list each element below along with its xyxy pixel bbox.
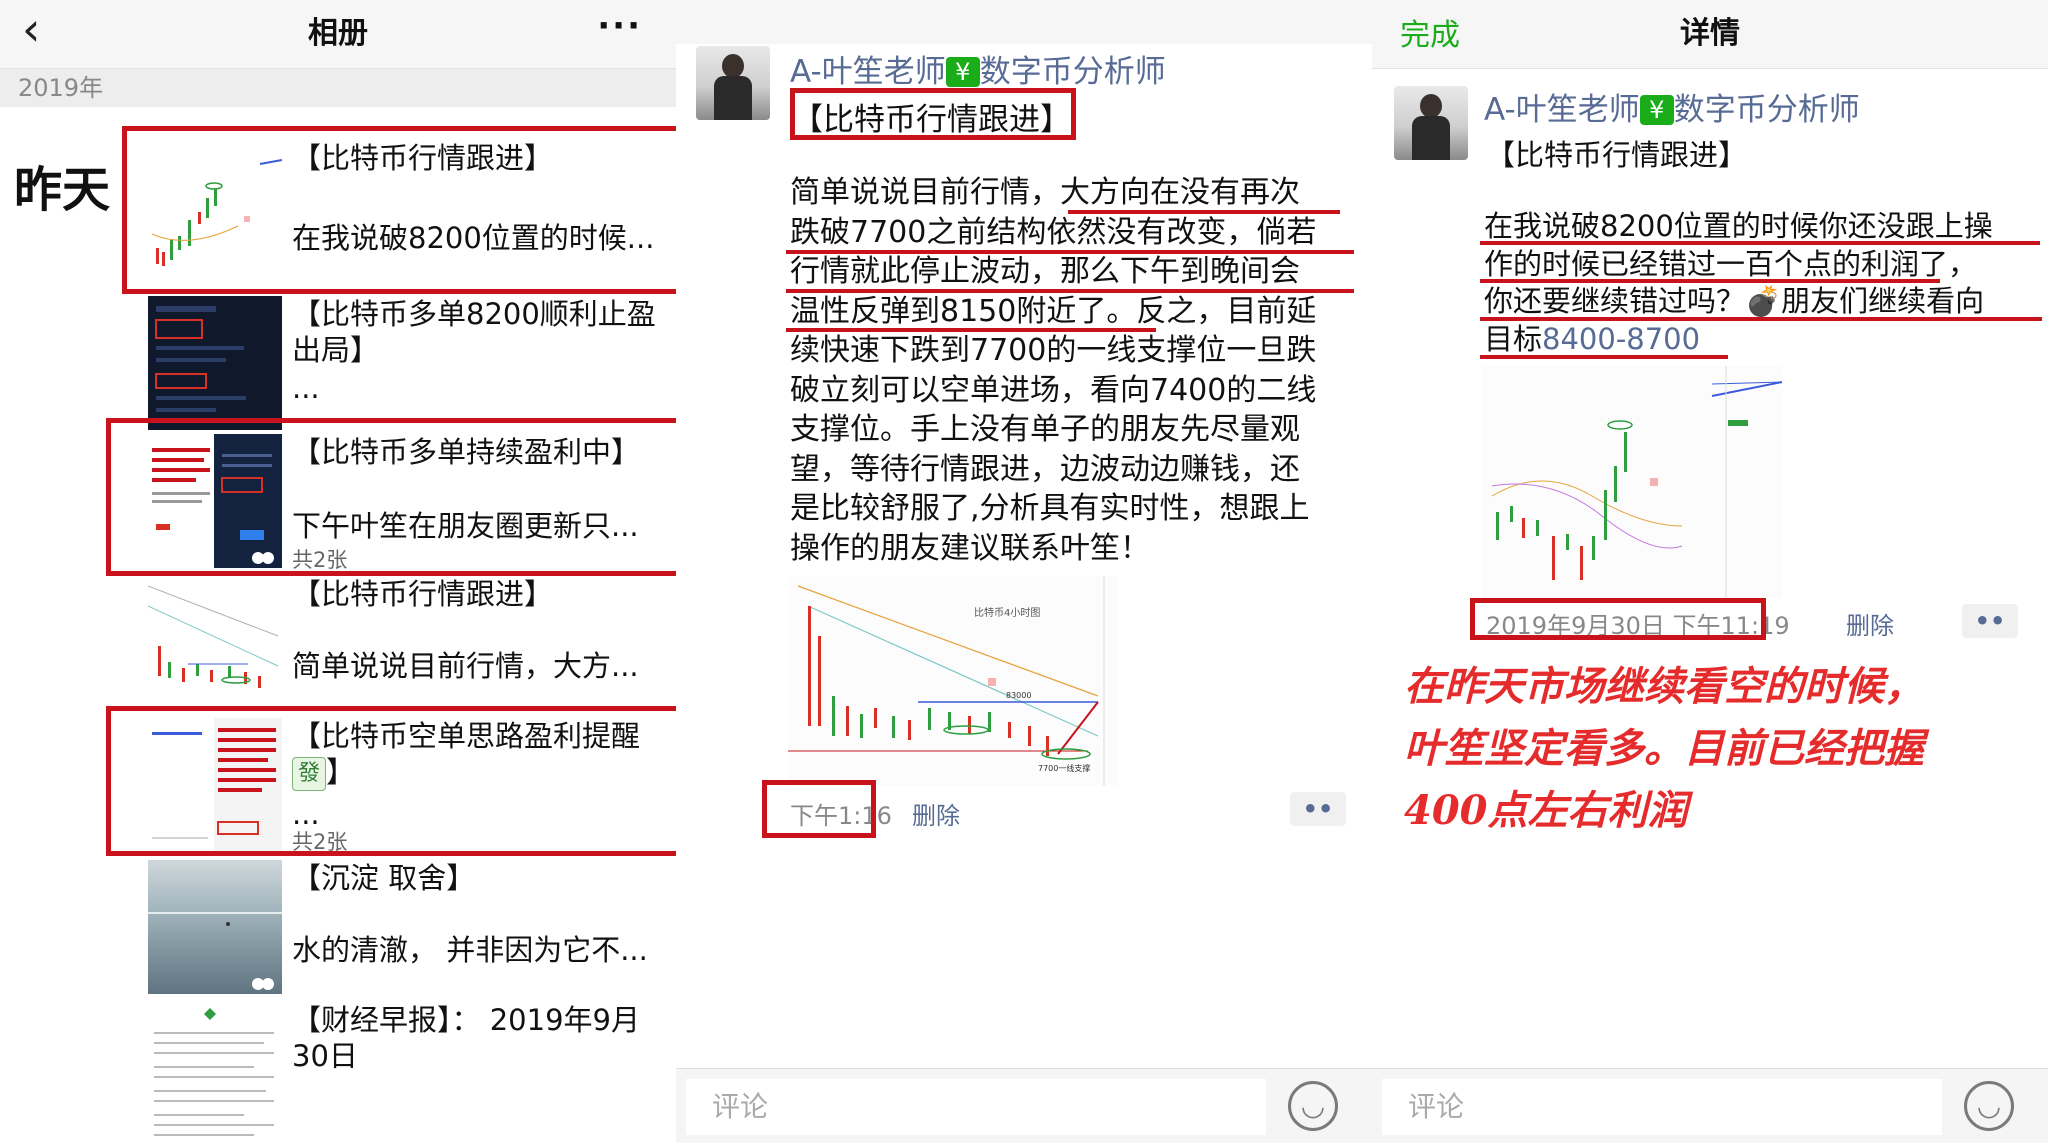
- comment-more-icon[interactable]: ••: [1962, 604, 2018, 638]
- author-name[interactable]: A-叶笙老师 ¥ 数字币分析师: [790, 46, 1166, 91]
- album-entry[interactable]: 【财经早报】： 2019年9月30日: [148, 1002, 668, 1143]
- entry-text: 水的清澈， 并非因为它不...: [292, 933, 648, 967]
- underline: [786, 250, 1354, 254]
- emoji-icon[interactable]: ◡: [1288, 1081, 1338, 1131]
- post-detail-panel: A-叶笙老师 ¥ 数字币分析师 【比特币行情跟进】 简单说说目前行情，大方向在没有再…: [676, 0, 1372, 1143]
- body-line: 续快速下跌到7700的一线支撑位一旦跌: [790, 333, 1317, 368]
- album-panel: ‹ 相册 ··· 2019年 昨天 【比特币行情跟进】 在我说破8200位置的时…: [0, 0, 676, 1143]
- highlight-box: [122, 126, 676, 294]
- chart-thumbnail: [148, 576, 282, 710]
- highlight-box: [106, 418, 676, 576]
- underline: [1480, 317, 2042, 321]
- comment-input[interactable]: 评论: [686, 1079, 1266, 1135]
- year-header: 2019年: [0, 69, 676, 107]
- underline: [1480, 355, 1728, 359]
- handwritten-annotation: 在昨天市场继续看空的时候， 叶笙坚定看多。目前已经把握 400点左右利润: [1404, 663, 1924, 834]
- underline: [786, 328, 1156, 332]
- yuan-badge-icon: ¥: [1639, 95, 1674, 125]
- body-line: 操作的朋友建议联系叶笙！: [790, 530, 1150, 566]
- album-title: 相册: [308, 16, 368, 51]
- entry-text: 简单说说目前行情，大方...: [292, 649, 639, 683]
- entry-text: ...: [292, 371, 320, 405]
- comment-bar: 评论 ◡: [1372, 1068, 2048, 1143]
- body-line: 破立刻可以空单进场，看向7400的二线: [790, 372, 1317, 408]
- body-line: 行情就此停止波动，那么下午到晚间会: [790, 254, 1300, 289]
- underline: [1068, 210, 1340, 214]
- album-entry[interactable]: 【沉淀 取舍】 水的清澈， 并非因为它不...: [148, 860, 668, 994]
- target-link[interactable]: 8400-8700: [1542, 322, 1700, 356]
- post-title: 【比特币行情跟进】: [1486, 138, 1748, 172]
- underline: [1480, 279, 1940, 283]
- avatar[interactable]: [1394, 86, 1468, 160]
- emoji-icon[interactable]: ◡: [1964, 1081, 2014, 1131]
- highlight-box: [790, 88, 1076, 140]
- avatar[interactable]: [696, 46, 770, 120]
- chart-label: 83000: [1006, 691, 1031, 700]
- body-line: 在我说破8200位置的时候你还没跟上操: [1484, 209, 1993, 243]
- comment-input[interactable]: 评论: [1382, 1079, 1942, 1135]
- body-line: 是比较舒服了,分析具有实时性，想跟上: [790, 491, 1310, 526]
- screenshot-thumbnail: [148, 296, 282, 430]
- highlight-box: [1470, 598, 1766, 640]
- body-line: 作的时候已经错过一百个点的利润了，: [1484, 246, 1978, 281]
- partial-header: [676, 0, 1372, 44]
- post-detail-panel-2: 完成 详情 A-叶笙老师 ¥ 数字币分析师 【比特币行情跟进】 在我说破8200位置…: [1372, 0, 2048, 1143]
- entry-title: 【比特币多单8200顺利止盈出局】: [292, 297, 656, 367]
- yuan-badge-icon: ¥: [945, 57, 980, 87]
- chart-caption: 比特币4小时图: [974, 607, 1040, 619]
- delete-link[interactable]: 删除: [1846, 606, 1894, 641]
- highlight-box: [106, 706, 676, 856]
- photo-thumbnail: [148, 860, 282, 994]
- price-chart-image[interactable]: 比特币4小时图 83000 7700一线支撑: [788, 576, 1118, 786]
- detail-title: 详情: [1680, 16, 1740, 51]
- more-icon[interactable]: ···: [597, 6, 642, 46]
- body-line: 跌破7700之前结构依然没有改变，倘若: [790, 214, 1317, 250]
- post-body: 在我说破8200位置的时候你还没跟上操 作的时候已经错过一百个点的利润了， 你还…: [1484, 208, 2044, 358]
- entry-title: 【沉淀 取舍】: [292, 861, 476, 895]
- body-line: 简单说说目前行情，大方向在没有再次: [790, 175, 1300, 210]
- document-thumbnail: [148, 1002, 282, 1143]
- album-entry[interactable]: 【比特币多单8200顺利止盈出局】 ...: [148, 296, 668, 430]
- author-name[interactable]: A-叶笙老师 ¥ 数字币分析师: [1484, 84, 1860, 129]
- album-header: ‹ 相册 ···: [0, 0, 676, 69]
- detail-header: 完成 详情: [1372, 0, 2048, 69]
- highlight-box: [762, 780, 876, 838]
- entry-title: 【比特币行情跟进】: [292, 577, 554, 611]
- body-line: 望，等待行情跟进，边波动边赚钱，还: [790, 451, 1300, 487]
- post-body: 简单说说目前行情，大方向在没有再次 跌破7700之前结构依然没有改变，倘若 行情…: [790, 173, 1360, 568]
- price-chart-image[interactable]: [1482, 366, 1783, 598]
- album-entry[interactable]: 【比特币行情跟进】 简单说说目前行情，大方...: [148, 576, 668, 710]
- underline: [1480, 241, 2040, 245]
- delete-link[interactable]: 删除: [912, 796, 960, 831]
- entry-title: 【财经早报】： 2019年9月30日: [292, 1003, 640, 1073]
- comment-bar: 评论 ◡: [676, 1068, 1372, 1143]
- day-label: 昨天: [14, 162, 111, 218]
- body-line: 你还要继续错过吗？💣朋友们继续看向: [1484, 284, 1985, 318]
- comment-more-icon[interactable]: ••: [1290, 792, 1346, 826]
- underline: [786, 289, 1354, 293]
- body-line: 支撑位。手上没有单子的朋友先尽量观: [790, 412, 1300, 447]
- chart-label: 7700一线支撑: [1038, 763, 1090, 773]
- body-line: 温性反弹到8150附近了。反之，目前延: [790, 293, 1317, 329]
- body-line: 目标8400-8700: [1484, 321, 1701, 356]
